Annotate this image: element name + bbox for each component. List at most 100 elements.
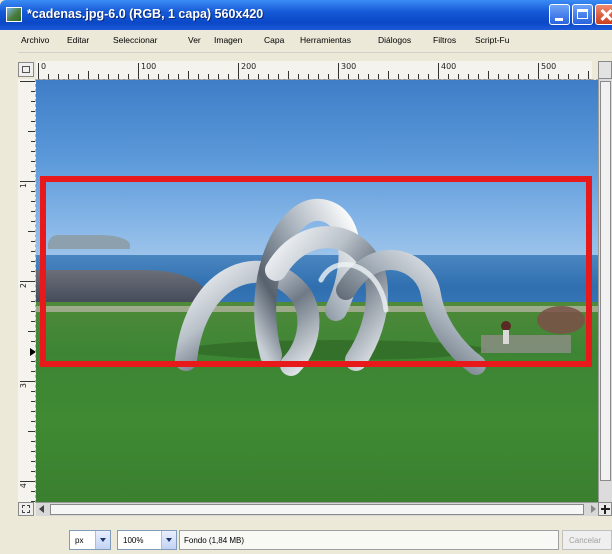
- ruler-label: 2: [19, 283, 28, 289]
- menu-dialogos[interactable]: Diálogos: [378, 35, 411, 45]
- layer-info: Fondo (1,84 MB): [184, 536, 245, 545]
- ruler-label: 100: [141, 62, 157, 71]
- ruler-tick: [348, 74, 349, 79]
- ruler-tick: [328, 74, 329, 79]
- ruler-tick: [128, 74, 129, 79]
- window-left-edge: [0, 52, 18, 518]
- ruler-tick: [518, 74, 519, 79]
- ruler-tick: [388, 71, 389, 79]
- menu-archivo[interactable]: Archivo: [21, 35, 49, 45]
- close-button[interactable]: [595, 4, 612, 25]
- ruler-tick: [168, 74, 169, 79]
- ruler-tick: [508, 74, 509, 79]
- ruler-tick: [488, 71, 489, 79]
- ruler-tick: [428, 74, 429, 79]
- zoom-value: 100%: [123, 536, 144, 545]
- maximize-button[interactable]: [572, 4, 593, 25]
- image-canvas[interactable]: [35, 79, 599, 503]
- zoom-dropdown-button[interactable]: [161, 531, 176, 549]
- vertical-scrollbar[interactable]: [598, 79, 612, 503]
- ruler-tick: [108, 74, 109, 79]
- ruler-tick: [258, 74, 259, 79]
- horizontal-ruler[interactable]: 0 100 200 300 400 500: [36, 61, 592, 80]
- menu-bar: Archivo Editar Seleccionar Ver Imagen Ca…: [0, 30, 612, 53]
- menu-capa[interactable]: Capa: [264, 35, 284, 45]
- layer-status-field: Fondo (1,84 MB): [179, 530, 559, 550]
- ruler-label: 4: [19, 483, 28, 489]
- horizontal-scrollbar[interactable]: [36, 502, 598, 516]
- cancel-button[interactable]: Cancelar: [562, 530, 612, 550]
- ruler-tick: [28, 131, 36, 132]
- ruler-tick: [20, 481, 36, 482]
- ruler-tick: [98, 74, 99, 79]
- ruler-tick: [188, 71, 189, 79]
- zoom-toggle-button[interactable]: [598, 61, 612, 79]
- menu-arrow-button[interactable]: [18, 62, 34, 77]
- ruler-tick: [418, 74, 419, 79]
- ruler-tick: [448, 74, 449, 79]
- window-title: *cadenas.jpg-6.0 (RGB, 1 capa) 560x420: [27, 7, 264, 21]
- ruler-tick: [458, 74, 459, 79]
- navigate-button[interactable]: [598, 502, 612, 516]
- ruler-label: 400: [441, 62, 457, 71]
- ruler-tick: [408, 74, 409, 79]
- ruler-tick: [48, 74, 49, 79]
- ruler-tick: [528, 74, 529, 79]
- ruler-tick: [228, 74, 229, 79]
- ruler-tick: [438, 63, 439, 79]
- ruler-tick: [248, 74, 249, 79]
- ruler-tick: [178, 74, 179, 79]
- ruler-label: 0: [41, 62, 47, 71]
- ruler-tick: [318, 74, 319, 79]
- ruler-tick: [238, 63, 239, 79]
- minimize-icon: [555, 18, 563, 21]
- ruler-tick: [468, 74, 469, 79]
- menu-herramientas[interactable]: Herramientas: [300, 35, 351, 45]
- ruler-label: 200: [241, 62, 257, 71]
- ruler-label: 300: [341, 62, 357, 71]
- ruler-tick: [358, 74, 359, 79]
- gimp-image-icon[interactable]: [6, 7, 22, 22]
- unit-dropdown-button[interactable]: [95, 531, 110, 549]
- highlight-rectangle: [40, 176, 592, 367]
- ruler-label: 500: [541, 62, 557, 71]
- minimize-button[interactable]: [549, 4, 570, 25]
- horizontal-scroll-thumb[interactable]: [50, 504, 584, 515]
- ruler-tick: [118, 74, 119, 79]
- zoom-selector[interactable]: 100%: [117, 530, 177, 550]
- ruler-tick: [558, 74, 559, 79]
- ruler-tick: [538, 63, 539, 79]
- ruler-label: 3: [19, 383, 28, 389]
- scroll-left-icon[interactable]: [39, 505, 44, 513]
- title-bar: *cadenas.jpg-6.0 (RGB, 1 capa) 560x420: [0, 0, 612, 30]
- ruler-tick: [148, 74, 149, 79]
- scroll-right-icon[interactable]: [591, 505, 596, 513]
- ruler-tick: [20, 281, 36, 282]
- menu-ver[interactable]: Ver: [188, 35, 201, 45]
- ruler-tick: [568, 74, 569, 79]
- chevron-down-icon: [100, 538, 106, 542]
- ruler-tick: [28, 331, 36, 332]
- menu-seleccionar[interactable]: Seleccionar: [113, 35, 157, 45]
- menu-editar[interactable]: Editar: [67, 35, 89, 45]
- unit-selector[interactable]: px: [69, 530, 111, 550]
- vertical-ruler[interactable]: 1 2 3 4: [18, 79, 37, 503]
- menu-arrow-icon: [22, 66, 30, 73]
- ruler-tick: [338, 63, 339, 79]
- ruler-tick: [138, 63, 139, 79]
- ruler-tick: [278, 74, 279, 79]
- ruler-tick: [38, 63, 39, 79]
- cancel-label: Cancelar: [569, 536, 602, 545]
- menu-filtros[interactable]: Filtros: [433, 35, 456, 45]
- menu-imagen[interactable]: Imagen: [214, 35, 242, 45]
- ruler-tick: [548, 74, 549, 79]
- ruler-tick: [78, 74, 79, 79]
- ruler-tick: [268, 74, 269, 79]
- ruler-tick: [88, 71, 89, 79]
- menu-script-fu[interactable]: Script-Fu: [475, 35, 509, 45]
- vertical-scroll-thumb[interactable]: [600, 81, 611, 481]
- ruler-tick: [20, 181, 36, 182]
- quick-mask-toggle[interactable]: [18, 502, 34, 516]
- ruler-tick: [368, 74, 369, 79]
- ruler-tick: [308, 74, 309, 79]
